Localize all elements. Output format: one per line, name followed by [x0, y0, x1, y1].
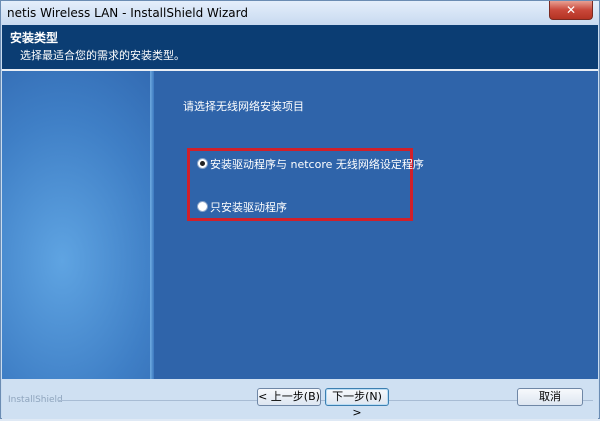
back-button[interactable]: < 上一步(B) — [257, 388, 321, 406]
page-subtitle: 选择最适合您的需求的安装类型。 — [20, 49, 185, 62]
cancel-button[interactable]: 取消 — [517, 388, 583, 406]
radio-selected-icon[interactable] — [197, 158, 208, 169]
content-background — [152, 71, 598, 379]
window-title: netis Wireless LAN - InstallShield Wizar… — [7, 6, 248, 20]
close-icon: ✕ — [565, 3, 577, 17]
option-driver-only-label: 只安装驱动程序 — [210, 201, 287, 214]
option-full-install-label: 安装驱动程序与 netcore 无线网络设定程序 — [210, 158, 424, 171]
install-prompt: 请选择无线网络安装项目 — [183, 100, 304, 113]
close-button[interactable]: ✕ — [549, 1, 593, 20]
wizard-header: 安装类型 选择最适合您的需求的安装类型。 — [2, 25, 598, 69]
installshield-brand: InstallShield — [8, 395, 63, 405]
radio-unselected-icon[interactable] — [197, 201, 208, 212]
title-bar[interactable]: netis Wireless LAN - InstallShield Wizar… — [1, 1, 599, 25]
page-title: 安装类型 — [10, 31, 59, 45]
content-panel — [2, 71, 598, 379]
panel-glow-edge — [150, 71, 154, 379]
next-button[interactable]: 下一步(N) > — [325, 388, 389, 419]
installer-window: netis Wireless LAN - InstallShield Wizar… — [0, 0, 600, 419]
